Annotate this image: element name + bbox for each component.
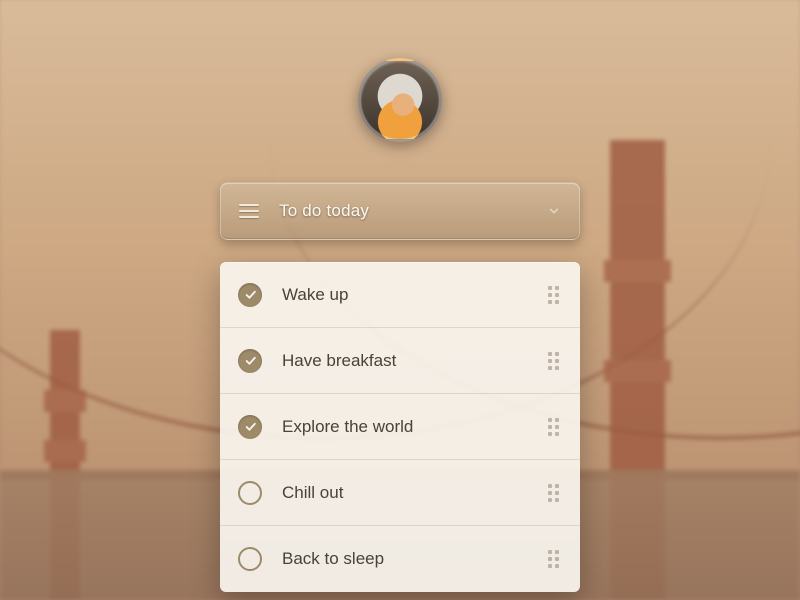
task-row[interactable]: Have breakfast xyxy=(220,328,580,394)
drag-handle-icon[interactable] xyxy=(548,352,560,370)
task-label: Have breakfast xyxy=(282,351,548,371)
task-row[interactable]: Wake up xyxy=(220,262,580,328)
hamburger-icon xyxy=(239,204,259,218)
task-label: Back to sleep xyxy=(282,549,548,569)
checkmark-icon xyxy=(244,354,257,367)
task-label: Wake up xyxy=(282,285,548,305)
task-checkbox-unchecked[interactable] xyxy=(238,547,262,571)
task-checkbox-checked[interactable] xyxy=(238,415,262,439)
list-title: To do today xyxy=(279,201,369,221)
drag-handle-icon[interactable] xyxy=(548,286,560,304)
task-row[interactable]: Explore the world xyxy=(220,394,580,460)
task-checkbox-unchecked[interactable] xyxy=(238,481,262,505)
task-list: Wake up Have breakfast Explore the world Ch… xyxy=(220,262,580,592)
task-checkbox-checked[interactable] xyxy=(238,283,262,307)
checkmark-icon xyxy=(244,288,257,301)
task-row[interactable]: Back to sleep xyxy=(220,526,580,592)
task-label: Chill out xyxy=(282,483,548,503)
drag-handle-icon[interactable] xyxy=(548,550,560,568)
task-label: Explore the world xyxy=(282,417,548,437)
drag-handle-icon[interactable] xyxy=(548,484,560,502)
avatar[interactable] xyxy=(358,58,442,142)
chevron-down-icon xyxy=(547,204,561,218)
drag-handle-icon[interactable] xyxy=(548,418,560,436)
task-checkbox-checked[interactable] xyxy=(238,349,262,373)
checkmark-icon xyxy=(244,420,257,433)
list-selector-dropdown[interactable]: To do today xyxy=(220,182,580,240)
task-row[interactable]: Chill out xyxy=(220,460,580,526)
